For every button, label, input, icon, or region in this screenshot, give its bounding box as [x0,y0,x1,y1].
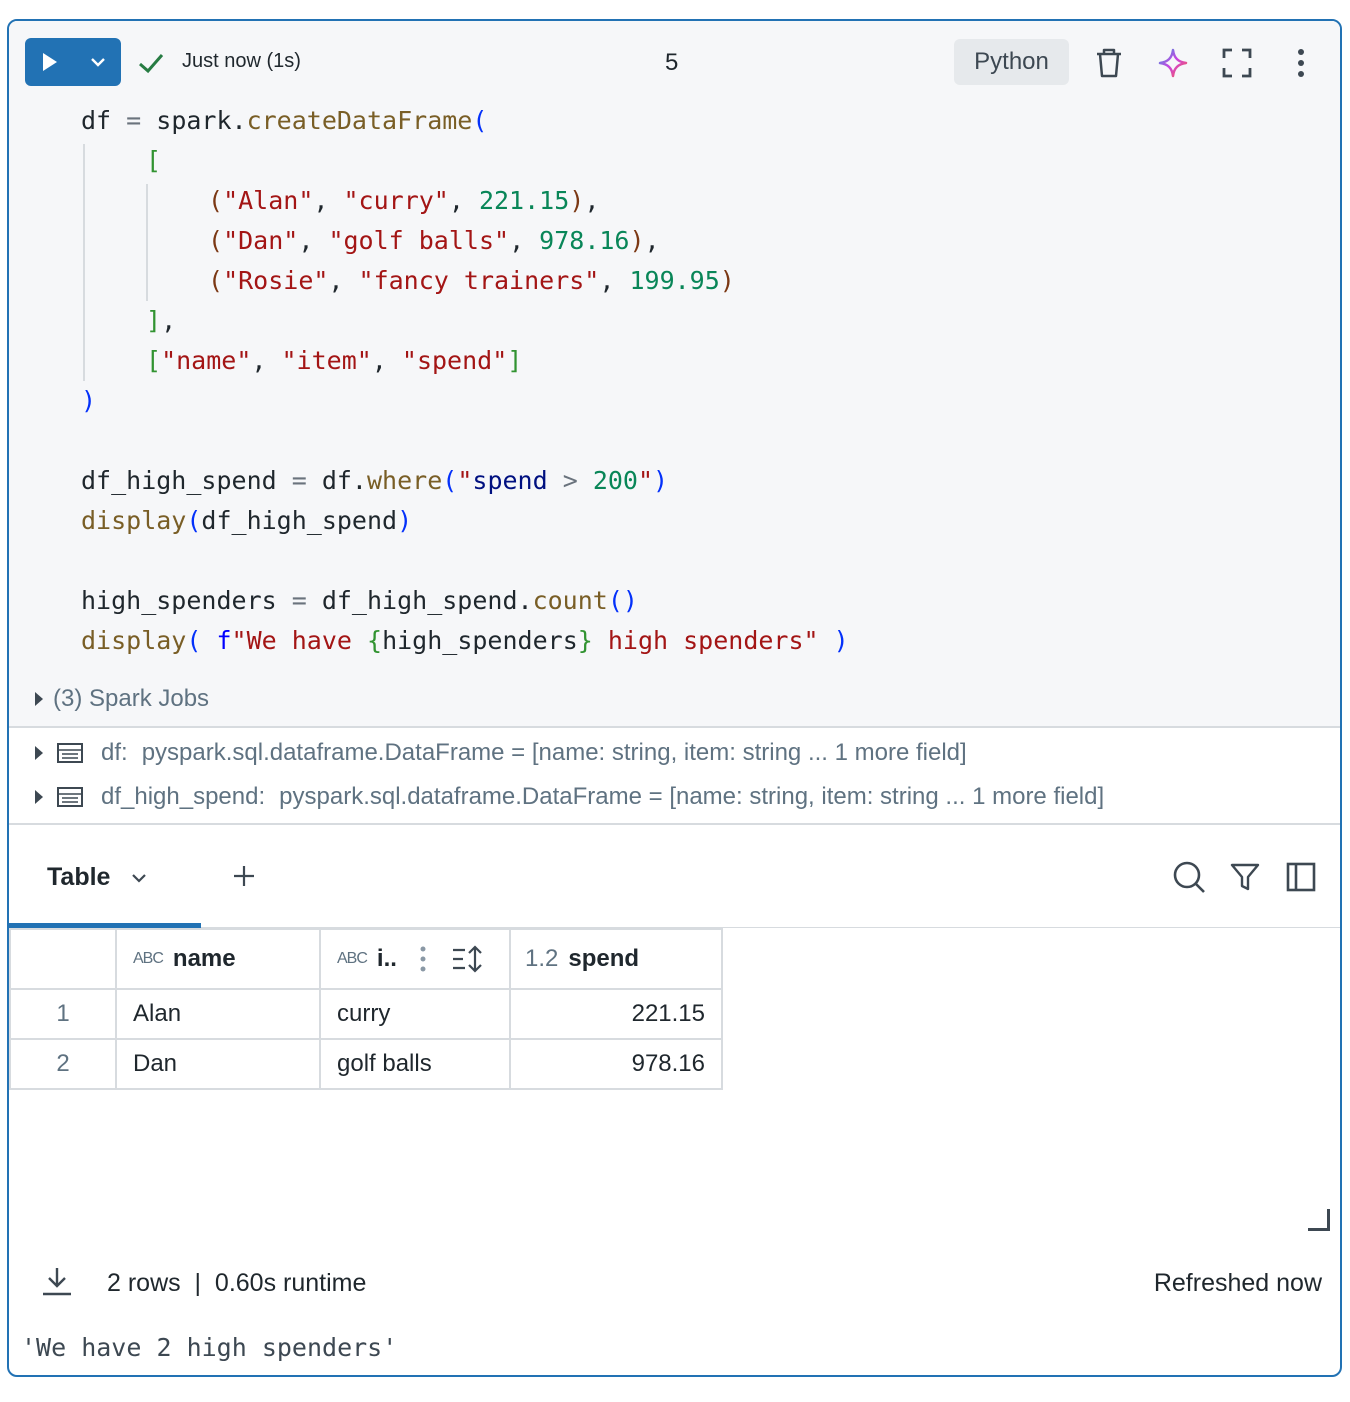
cell-name[interactable]: Dan [115,1038,321,1090]
sidebar-icon [1286,862,1316,892]
spark-jobs-label: (3) Spark Jobs [53,685,210,712]
divider [9,823,1340,825]
tab-table-label: Table [47,863,111,891]
chevron-down-icon [91,58,105,67]
plus-icon [234,866,254,886]
download-icon [43,1268,71,1296]
decimal-type-icon: 1.2 [525,945,559,972]
code-line-8: ) [81,386,97,415]
sidebar-toggle-button[interactable] [1283,859,1319,895]
delete-cell-button[interactable] [1089,43,1129,83]
divider [9,726,1340,728]
row-index: 1 [9,988,117,1040]
table-icon [57,787,83,807]
play-icon [43,53,57,71]
cell-number: 5 [665,49,679,76]
row-index: 2 [9,1038,117,1090]
code-line-4: ("Dan", "golf balls", 978.16), [208,226,660,255]
string-type-icon: ABC [337,950,368,967]
tab-table[interactable]: Table [47,863,148,892]
code-line-13: high_spenders = df_high_spend.count() [81,586,638,615]
sort-icon[interactable] [451,944,485,974]
search-button[interactable] [1171,859,1207,895]
schema-var-name: df: [101,739,128,766]
schema-row-df[interactable]: df: pyspark.sql.dataframe.DataFrame = [n… [35,739,967,767]
index-header [9,928,117,990]
drag-handle-icon[interactable] [419,945,427,973]
code-line-11: display(df_high_spend) [81,506,413,535]
column-header-label: i.. [376,945,397,972]
cell-item[interactable]: golf balls [319,1038,511,1090]
caret-right-icon [35,746,43,760]
cell-name[interactable]: Alan [115,988,321,1040]
table-row: 1 Alan curry 221.15 [9,988,723,1040]
table-header-row: ABC name ABC i.. 1.2 spend [9,928,723,990]
check-icon [139,54,164,74]
cell-text-output: 'We have 2 high spenders' [21,1333,398,1362]
chevron-down-icon [132,873,147,883]
table-row: 2 Dan golf balls 978.16 [9,1038,723,1090]
schema-type: pyspark.sql.dataframe.DataFrame = [name:… [141,739,967,766]
column-header-label: spend [568,945,640,972]
column-header-item[interactable]: ABC i.. [319,928,511,990]
refresh-status: Refreshed now [1153,1269,1322,1297]
column-header-spend[interactable]: 1.2 spend [509,928,723,990]
filter-icon [1230,863,1260,891]
search-icon [1173,861,1205,893]
notebook-cell: Just now (1s) 5 Python df = spark.create… [7,19,1342,1377]
code-line-2: [ [146,146,162,175]
run-status: Just now (1s) [182,50,301,72]
code-line-1: df = spark.createDataFrame( [81,106,488,135]
fullscreen-button[interactable] [1217,43,1257,83]
kebab-menu-icon [1298,49,1304,77]
results-table: ABC name ABC i.. 1.2 spend 1 Alan curry … [9,928,723,1090]
spark-jobs-toggle[interactable]: (3) Spark Jobs [35,685,209,713]
indent-guide [146,184,148,301]
cell-item[interactable]: curry [319,988,511,1040]
language-selector[interactable]: Python [954,39,1069,85]
string-type-icon: ABC [133,950,164,967]
code-line-7: ["name", "item", "spend"] [146,346,523,375]
trash-icon [1097,48,1121,78]
code-editor[interactable]: Just now (1s) 5 Python df = spark.create… [9,21,1340,727]
code-line-3: ("Alan", "curry", 221.15), [208,186,600,215]
column-header-label: name [172,945,236,972]
cell-menu-button[interactable] [1281,43,1321,83]
column-header-name[interactable]: ABC name [115,928,321,990]
code-line-14: display( f"We have {high_spenders} high … [81,626,849,655]
download-button[interactable] [41,1265,73,1297]
caret-right-icon [35,692,43,706]
filter-button[interactable] [1227,859,1263,895]
code-line-6: ], [146,306,177,335]
run-options-dropdown[interactable] [75,38,121,86]
assistant-button[interactable] [1153,43,1193,83]
code-line-10: df_high_spend = df.where("spend > 200") [81,466,669,495]
table-icon [57,743,83,763]
cell-spend[interactable]: 221.15 [509,988,723,1040]
resize-handle[interactable] [1308,1209,1330,1231]
code-line-5: ("Rosie", "fancy trainers", 199.95) [208,266,735,295]
schema-type: pyspark.sql.dataframe.DataFrame = [name:… [279,783,1105,810]
run-cell-button[interactable] [25,38,75,86]
indent-guide [83,144,85,381]
results-tabs: Table [9,827,1340,931]
schema-var-name: df_high_spend: [101,783,266,810]
expand-icon [1222,48,1252,78]
add-visualization-button[interactable] [229,861,259,891]
caret-right-icon [35,790,43,804]
schema-row-df-high-spend[interactable]: df_high_spend: pyspark.sql.dataframe.Dat… [35,783,1104,811]
cell-spend[interactable]: 978.16 [509,1038,723,1090]
sparkle-icon [1158,48,1188,78]
result-summary: 2 rows | 0.60s runtime [107,1269,367,1297]
run-button-group [25,38,121,86]
